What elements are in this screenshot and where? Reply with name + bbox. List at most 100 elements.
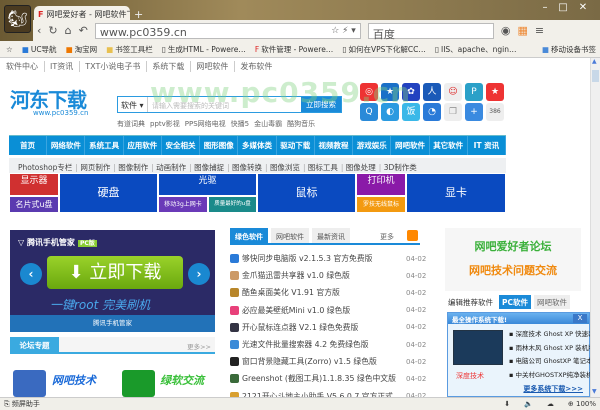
maximize-button[interactable]: □ [554, 2, 572, 13]
subnav-link[interactable]: Photoshop专栏 [18, 162, 72, 173]
windows-icon[interactable] [13, 370, 46, 397]
subnav-link[interactable]: 图像捕捉 [189, 162, 224, 173]
nav-item[interactable]: 首页 [9, 136, 48, 155]
scroll-down-icon[interactable]: ▼ [592, 388, 597, 395]
software-title[interactable]: Greenshot (截图工具)1.1.8.35 绿色中文版 [242, 373, 406, 384]
software-title[interactable]: 必应最美壁纸Mini v1.0 绿色版 [242, 305, 406, 316]
download-circle-icon[interactable] [122, 370, 155, 397]
software-title[interactable]: 开心鼠标连点器 V2.1 绿色免费版 [242, 322, 406, 333]
tile[interactable]: 显卡 [406, 173, 506, 213]
software-title[interactable]: 金爪猫迅雷共享器 v1.0 绿色版 [242, 270, 406, 281]
tile[interactable]: 鼠标 [257, 173, 356, 213]
nav-item[interactable]: IT 资讯 [468, 136, 507, 155]
list-item[interactable]: 够快同步电脑版 v2.1.5.3 官方免费版 04-02 [230, 250, 430, 267]
hotword-link[interactable]: 有道词典 [117, 119, 145, 129]
forum-item[interactable]: 网吧技术 [52, 372, 96, 388]
nav-item[interactable]: 图形图像 [200, 136, 239, 155]
list-item[interactable]: 光速文件批量搜索器 4.2 免费绿色版 04-02 [230, 336, 430, 353]
search-category-select[interactable]: 软件 ▾ [118, 97, 148, 112]
nav-item[interactable]: 游戏娱乐 [353, 136, 392, 155]
nav-item[interactable]: 系统工具 [85, 136, 124, 155]
topnav-link[interactable]: 系统下载 [146, 61, 184, 72]
volume-icon[interactable]: 🔈 [524, 400, 533, 408]
bookmark-star-icon[interactable]: ☆ [6, 45, 13, 54]
nav-item[interactable]: 驱动下载 [277, 136, 315, 155]
popup-image[interactable] [453, 330, 503, 365]
topnav-link[interactable]: IT资讯 [44, 61, 73, 72]
topnav-link[interactable]: 网吧软件 [190, 61, 228, 72]
software-title[interactable]: 窗口背景隐藏工具(Zorro) v1.5 绿色版 [242, 356, 406, 367]
tile[interactable]: 罗技无线鼠标 [356, 196, 406, 213]
home-icon[interactable]: ⌂ [65, 24, 72, 37]
tencent-weibo-icon[interactable]: ◐ [381, 103, 399, 121]
weibo-icon[interactable]: ◎ [360, 83, 378, 101]
list-item[interactable]: 2121开心斗地主小助手 V5.6.0.7 官方正式 04-02 [230, 388, 430, 397]
site-search-input[interactable]: 请输入需要搜索的关键词 [148, 97, 301, 112]
popup-item[interactable]: ▪ 电脑公司 GhostXP 笔记本 [509, 355, 590, 369]
rss-icon[interactable] [407, 230, 418, 241]
more-share-icon[interactable]: + [465, 103, 483, 121]
tab-netbar-software[interactable]: 网吧软件 [271, 228, 309, 243]
tile[interactable]: 打印机 [356, 173, 406, 196]
tile[interactable]: 名片式u盘 [9, 196, 59, 213]
nav-item[interactable]: 应用软件 [124, 136, 162, 155]
apps-icon[interactable]: ▦ [517, 24, 527, 37]
nav-item[interactable]: 网络软件 [47, 136, 86, 155]
vertical-scrollbar[interactable]: ▲ ▼ [590, 58, 600, 397]
list-item[interactable]: 必应最美壁纸Mini v1.0 绿色版 04-02 [230, 302, 430, 319]
more-link[interactable]: 更多 [380, 232, 394, 242]
tile[interactable]: 硬盘 [59, 173, 158, 213]
bookmark-item[interactable]: ▯ 生成HTML - Powere… [162, 44, 246, 55]
cloud-sync-icon[interactable]: ☁ [547, 400, 554, 408]
tile[interactable]: 质量最好的u盘 [208, 196, 257, 213]
speed-icon[interactable]: ◉ [501, 24, 511, 37]
nav-item[interactable]: 视频教程 [315, 136, 354, 155]
bookmark-item[interactable]: ▯ 如何在VPS下化解CC… [342, 44, 426, 55]
bookmark-item[interactable]: F 软件管理 - Powere… [255, 44, 333, 55]
tab-latest-news[interactable]: 最新资讯 [312, 228, 350, 243]
software-title[interactable]: 酷鱼桌面美化 V1.91 官方版 [242, 287, 406, 298]
hotword-link[interactable]: 快播5 [231, 119, 249, 129]
copy-icon[interactable]: ❐ [444, 103, 462, 121]
popup-image-caption[interactable]: 深度技术 [456, 371, 484, 381]
qzone-icon[interactable]: P [465, 83, 483, 101]
subnav-link[interactable]: 动画制作 [151, 162, 186, 173]
renren-icon[interactable]: 人 [423, 83, 441, 101]
screen-assistant-button[interactable]: ⎘ 频屏助手 [4, 399, 40, 409]
bookmark-item[interactable]: ■ UC导航 [22, 44, 57, 55]
bookmark-folder[interactable]: ■ 书签工具栏 [106, 44, 153, 55]
subnav-link[interactable]: 图像转换 [227, 162, 262, 173]
hotword-link[interactable]: 金山毒霸 [254, 119, 282, 129]
favorite-icon[interactable]: ★ [486, 83, 504, 101]
list-item[interactable]: 金爪猫迅雷共享器 v1.0 绿色版 04-02 [230, 267, 430, 284]
topnav-link[interactable]: 软件中心 [6, 61, 38, 72]
hotword-link[interactable]: PPS网络电视 [185, 119, 226, 129]
hotword-link[interactable]: 酷狗音乐 [287, 119, 315, 129]
software-title[interactable]: 够快同步电脑版 v2.1.5.3 官方免费版 [242, 253, 406, 264]
uc-browser-logo-icon[interactable]: 🐿 [4, 5, 31, 33]
nav-item[interactable]: 安全相关 [162, 136, 201, 155]
list-item[interactable]: 酷鱼桌面美化 V1.91 官方版 04-02 [230, 284, 430, 301]
list-item[interactable]: 窗口背景隐藏工具(Zorro) v1.5 绿色版 04-02 [230, 353, 430, 370]
next-arrow-icon[interactable]: › [188, 263, 210, 285]
mobile-bookmarks-folder[interactable]: ■ 移动设备书签 [542, 44, 596, 55]
tab-pc-software[interactable]: PC软件 [499, 295, 532, 309]
download-now-button[interactable]: ⬇ 立即下载 [47, 256, 183, 289]
list-item[interactable]: 开心鼠标连点器 V2.1 绿色免费版 04-02 [230, 319, 430, 336]
qq-icon[interactable]: Q [360, 103, 378, 121]
baidu-icon[interactable]: ✿ [402, 83, 420, 101]
popup-item[interactable]: ▪ 中关村GHOSTXP纯净装机 [509, 369, 590, 383]
address-bar[interactable]: www.pc0359.cn ☆ ⚡ ▾ [94, 22, 361, 39]
kaixin-icon[interactable]: ☺ [444, 83, 462, 101]
tab-green-software[interactable]: 绿色软件 [230, 228, 268, 243]
bookmark-item[interactable]: ■ 淘宝网 [66, 44, 98, 55]
popup-more-link[interactable]: 更多系统下载>>> [523, 384, 583, 394]
fanfou-icon[interactable]: 饭 [402, 103, 420, 121]
minimize-button[interactable]: – [536, 2, 554, 13]
nav-item[interactable]: 多媒体类 [238, 136, 277, 155]
subnav-link[interactable]: 图标工具 [303, 162, 338, 173]
subnav-link[interactable]: 3D制作类 [379, 162, 417, 173]
list-item[interactable]: Greenshot (截图工具)1.1.8.35 绿色中文版 04-02 [230, 370, 430, 387]
feed-icon[interactable]: ◔ [423, 103, 441, 121]
tile[interactable]: 移动3g上网卡 [158, 196, 208, 213]
